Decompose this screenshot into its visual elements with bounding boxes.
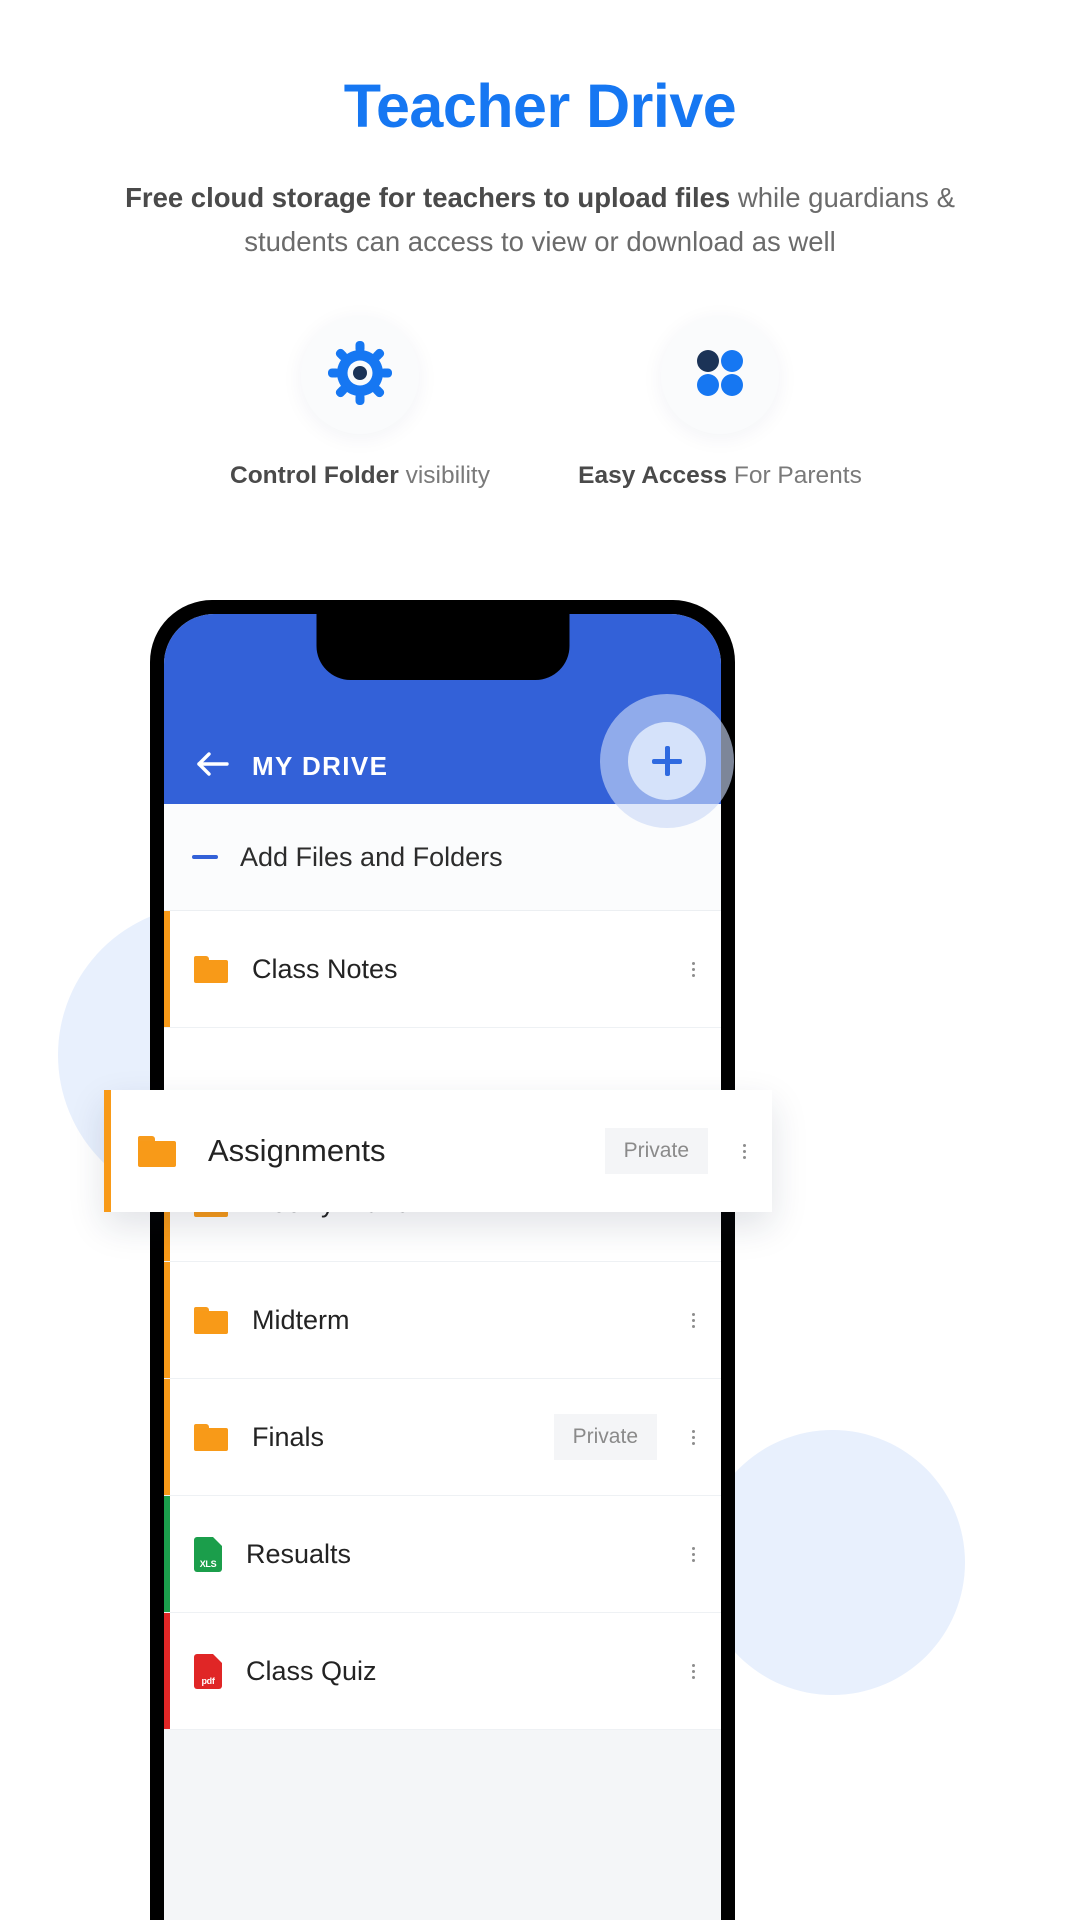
promo-page: Teacher Drive Free cloud storage for tea… [0, 0, 1080, 1920]
feature-easy-access-for-parents: Easy Access For Parents [570, 316, 870, 490]
folder-icon [194, 1423, 228, 1451]
feature-control-folder-visibility: Control Folder visibility [210, 316, 510, 490]
folder-icon [194, 955, 228, 983]
phone-notch [316, 614, 569, 680]
list-item-label: Finals [252, 1421, 325, 1452]
feature-label-rest: For Parents [727, 462, 862, 490]
row-accent-bar [164, 1262, 170, 1378]
decorative-circle-right [700, 1430, 965, 1695]
kebab-menu-icon[interactable] [673, 1663, 713, 1679]
xls-file-icon: XLS [194, 1536, 222, 1572]
page-title: Teacher Drive [343, 72, 737, 140]
plus-icon [652, 746, 682, 776]
list-item-finals[interactable]: Finals Private [164, 1379, 721, 1496]
list-item-label: Midterm [252, 1304, 350, 1335]
pdf-file-icon: pdf [194, 1653, 222, 1689]
kebab-menu-icon[interactable] [673, 1312, 713, 1328]
feature-label-bold: Control Folder [230, 462, 399, 490]
hero-section: Teacher Drive Free cloud storage for tea… [0, 0, 1080, 264]
list-item-resualts[interactable]: XLS Resualts [164, 1496, 721, 1613]
feature-icon-bubble [301, 316, 419, 435]
folder-icon [138, 1136, 176, 1167]
feature-label-bold: Easy Access [578, 462, 728, 490]
file-type-tag: XLS [199, 1558, 217, 1569]
kebab-menu-icon[interactable] [724, 1143, 764, 1159]
list-item-label: Class Notes [252, 953, 398, 984]
arrow-left-icon[interactable] [196, 751, 230, 782]
hero-subtitle: Free cloud storage for teachers to uploa… [100, 176, 980, 264]
file-list: Class Notes Assignments weekly Plans [164, 911, 721, 1730]
feature-icon-bubble [661, 316, 779, 435]
highlighted-list-item-assignments[interactable]: Assignments Private [104, 1090, 772, 1212]
list-item-label: Assignments [208, 1133, 386, 1168]
minus-icon[interactable] [192, 855, 218, 859]
row-accent-bar [164, 911, 170, 1027]
list-item-label: Resualts [246, 1538, 352, 1569]
feature-list: Control Folder visibility Easy Access Fo… [0, 316, 1080, 490]
gear-icon [328, 340, 392, 410]
feature-label: Control Folder visibility [230, 462, 490, 490]
row-accent-bar [104, 1090, 111, 1212]
feature-label-rest: visibility [398, 462, 490, 490]
feature-label: Easy Access For Parents [578, 462, 862, 490]
add-files-and-folders-label: Add Files and Folders [240, 841, 503, 872]
row-accent-bar [164, 1496, 170, 1612]
kebab-menu-icon[interactable] [673, 1429, 713, 1445]
row-accent-bar [164, 1379, 170, 1495]
grid-dots-icon [694, 347, 746, 404]
status-badge: Private [604, 1128, 708, 1174]
list-item-class-quiz[interactable]: pdf Class Quiz [164, 1613, 721, 1730]
kebab-menu-icon[interactable] [673, 961, 713, 977]
add-floating-action-button[interactable] [628, 722, 706, 800]
kebab-menu-icon[interactable] [673, 1546, 713, 1562]
app-bar-title: MY DRIVE [252, 751, 389, 781]
folder-icon [194, 1306, 228, 1334]
file-type-tag: pdf [201, 1675, 215, 1686]
list-item-label: Class Quiz [246, 1655, 377, 1686]
status-badge: Private [553, 1414, 657, 1460]
app-bar-row: MY DRIVE [196, 751, 388, 782]
row-accent-bar [164, 1613, 170, 1729]
list-item-class-notes[interactable]: Class Notes [164, 911, 721, 1028]
hero-subtitle-bold: Free cloud storage for teachers to uploa… [125, 182, 731, 214]
list-item-midterm[interactable]: Midterm [164, 1262, 721, 1379]
